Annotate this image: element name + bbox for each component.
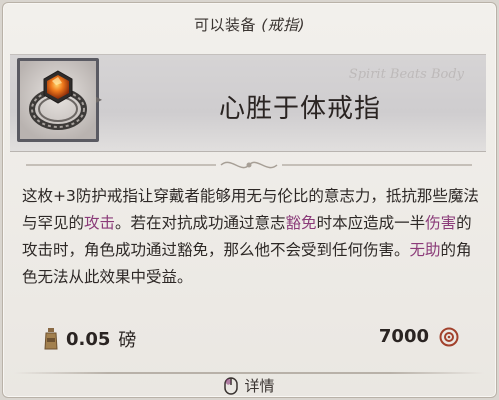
keyword-helpless-link[interactable]: 无助: [410, 241, 441, 259]
chevron-right-icon: ▸: [96, 92, 103, 106]
details-label: 详情: [244, 377, 275, 395]
coin-icon: [439, 327, 459, 346]
item-weight: 0.05 磅: [44, 326, 136, 352]
description-text: 。若在对抗成功通过意志: [115, 214, 286, 232]
description-text: 时本应造成一半: [316, 214, 426, 232]
ring-with-orange-gem-icon: [20, 61, 96, 139]
equip-slot: (戒指): [261, 16, 305, 34]
ornamental-divider: [26, 161, 472, 169]
item-price: 7000: [379, 326, 459, 347]
mouse-icon: [224, 376, 239, 395]
keyword-attack-link[interactable]: 攻击: [84, 214, 115, 232]
item-name: 心胜于体戒指: [218, 94, 381, 124]
keyword-immune-link[interactable]: 豁免: [286, 214, 317, 232]
item-icon[interactable]: [17, 58, 99, 142]
weight-value: 0.05: [66, 328, 111, 350]
weight-icon: [44, 328, 58, 350]
price-value: 7000: [378, 326, 429, 347]
footer-divider: [14, 372, 484, 374]
weight-unit: 磅: [118, 330, 137, 351]
item-description: 这枚+3防护戒指让穿戴者能够用无与伦比的意志力，抵抗那些魔法与罕见的攻击。若在对…: [22, 183, 480, 291]
equip-header: 可以装备 (戒指): [0, 14, 499, 35]
equip-label: 可以装备: [193, 16, 256, 34]
watermark-text: Spirit Beats Body: [348, 67, 464, 82]
details-button[interactable]: 详情: [0, 375, 499, 396]
keyword-damage-link[interactable]: 伤害: [425, 214, 456, 232]
